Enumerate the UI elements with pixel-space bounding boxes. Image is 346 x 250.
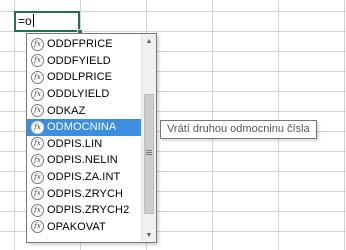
column-divider: [344, 0, 345, 250]
function-icon: fx: [31, 104, 44, 118]
autocomplete-item[interactable]: fx ODDLYIELD: [27, 86, 142, 103]
autocomplete-items: fx ODDFPRICE fx ODDFYIELD fx ODDLPRICE f…: [27, 36, 142, 235]
function-name: ODDFYIELD: [47, 54, 111, 67]
function-icon: fx: [31, 170, 44, 184]
function-icon: fx: [31, 187, 44, 201]
function-name: ODPIS.ZA.INT: [47, 171, 121, 184]
function-icon: fx: [31, 137, 44, 151]
function-name: ODMOCNINA: [47, 121, 117, 134]
function-name: ODDLYIELD: [47, 88, 110, 101]
autocomplete-item[interactable]: fx ODDLPRICE: [27, 69, 142, 86]
function-icon: fx: [31, 153, 44, 167]
autocomplete-item[interactable]: fx ODPIS.ZA.INT: [27, 169, 142, 186]
autocomplete-item[interactable]: fx ODPIS.LIN: [27, 136, 142, 153]
autocomplete-item[interactable]: fx ODDFPRICE: [27, 36, 142, 53]
function-icon: fx: [31, 37, 44, 51]
autocomplete-item[interactable]: fx ODPIS.ZRYCH: [27, 185, 142, 202]
grip-icon: [146, 150, 152, 156]
text-cursor: [32, 14, 34, 27]
function-icon: fx: [31, 54, 44, 68]
function-name: ODPIS.LIN: [47, 137, 103, 150]
cell-formula-text: =o: [18, 14, 32, 28]
function-description-tooltip: Vrátí druhou odmocninu čísla: [160, 120, 317, 139]
function-icon: fx: [31, 203, 44, 217]
function-icon: fx: [31, 87, 44, 101]
autocomplete-item-selected[interactable]: fx ODMOCNINA: [27, 118, 142, 136]
autocomplete-item[interactable]: fx OPAKOVAT: [27, 219, 142, 236]
autocomplete-item[interactable]: fx ODKAZ: [27, 102, 142, 119]
function-name: ODPIS.ZRYCH: [47, 187, 124, 200]
scroll-up-arrow-icon[interactable]: ▲: [142, 34, 156, 48]
function-name: ODDFPRICE: [47, 38, 113, 51]
function-name: ODDLPRICE: [47, 71, 113, 84]
function-icon: fx: [31, 70, 44, 84]
scrollbar-thumb[interactable]: [144, 94, 154, 214]
function-icon: fx: [31, 220, 44, 234]
scroll-down-arrow-icon[interactable]: ▼: [142, 228, 156, 242]
function-autocomplete-list[interactable]: fx ODDFPRICE fx ODDFYIELD fx ODDLPRICE f…: [26, 33, 157, 243]
function-name: ODPIS.NELIN: [47, 154, 118, 167]
tooltip-text: Vrátí druhou odmocninu čísla: [167, 123, 310, 135]
vertical-scrollbar[interactable]: ▲ ▼: [141, 34, 156, 242]
autocomplete-item[interactable]: fx ODPIS.NELIN: [27, 152, 142, 169]
autocomplete-item[interactable]: fx ODDFYIELD: [27, 53, 142, 70]
column-divider: [14, 0, 15, 250]
function-icon: fx: [31, 120, 44, 134]
function-name: ODPIS.ZRYCH2: [47, 204, 130, 217]
function-name: OPAKOVAT: [47, 220, 106, 233]
autocomplete-item[interactable]: fx ODPIS.ZRYCH2: [27, 202, 142, 219]
function-name: ODKAZ: [47, 104, 86, 117]
active-cell-editor[interactable]: =o: [14, 11, 80, 32]
